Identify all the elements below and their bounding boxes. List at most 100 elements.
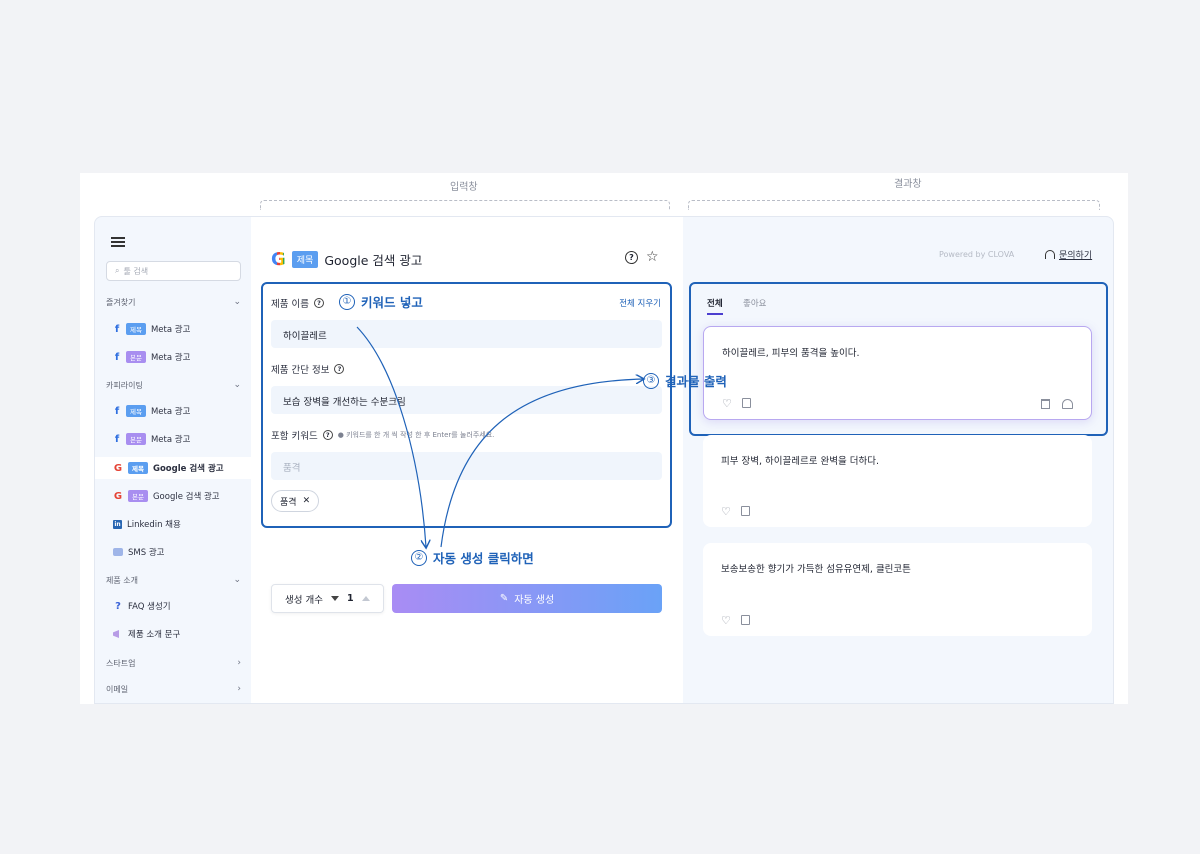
sidebar-item-meta-title[interactable]: f 제목 Meta 광고	[95, 318, 251, 340]
search-icon: ⌕	[115, 266, 120, 275]
title-actions: ? ☆	[625, 250, 659, 264]
sidebar-item-label: Meta 광고	[150, 325, 191, 335]
body-badge: 본문	[126, 433, 146, 445]
section-label: 즐겨찾기	[106, 298, 136, 307]
result-card[interactable]: 하이끌레르, 피부의 품격을 높이다. ♡	[703, 326, 1092, 420]
inquiry-link[interactable]: 문의하기	[1045, 248, 1092, 261]
app-frame: ⌕ 툴 검색 즐겨찾기 ⌄ f 제목 Meta 광고 f 본문 Meta 광고 …	[94, 216, 1114, 704]
caret-down-icon[interactable]	[330, 596, 339, 601]
help-icon[interactable]: ?	[625, 251, 638, 264]
heart-icon[interactable]: ♡	[721, 506, 731, 517]
section-email[interactable]: 이메일 ›	[106, 684, 241, 695]
help-icon[interactable]: ?	[313, 298, 324, 308]
google-logo-icon: G	[271, 249, 286, 270]
annotation-step2: ② 자동 생성 클릭하면	[411, 548, 534, 567]
sidebar-item-meta-body-2[interactable]: f 본문 Meta 광고	[95, 428, 251, 450]
sidebar-item-label: Google 검색 광고	[152, 492, 220, 502]
facebook-icon: f	[114, 351, 120, 363]
body-badge: 본문	[128, 490, 148, 502]
close-icon[interactable]: ✕	[303, 496, 311, 506]
label-text: 포함 키워드	[271, 431, 318, 442]
sidebar-item-label: Meta 광고	[150, 407, 191, 417]
headset-icon	[1045, 250, 1055, 259]
annotation-step3: ③ 결과물 출력	[643, 371, 727, 390]
keyword-chip[interactable]: 품격 ✕	[271, 490, 320, 512]
count-value: 1	[346, 593, 354, 604]
sidebar-item-meta-title-2[interactable]: f 제목 Meta 광고	[95, 400, 251, 422]
sidebar-item-google-title[interactable]: G 제목 Google 검색 광고	[95, 457, 251, 479]
card-actions: ♡	[721, 506, 750, 517]
count-stepper[interactable]: 생성 개수 1	[271, 584, 384, 613]
sidebar-item-label: Linkedin 채용	[127, 520, 181, 530]
help-icon[interactable]: ?	[334, 364, 345, 374]
section-copywriting[interactable]: 카피라이팅 ⌄	[106, 380, 241, 391]
heart-icon[interactable]: ♡	[722, 398, 732, 409]
keywords-input[interactable]: 품격	[271, 452, 662, 480]
menu-icon[interactable]	[111, 237, 125, 247]
result-text: 하이끌레르, 피부의 품격을 높이다.	[722, 348, 860, 359]
section-label: 카피라이팅	[106, 381, 143, 390]
sidebar-item-product-copy[interactable]: 제품 소개 문구	[95, 623, 251, 645]
chevron-right-icon: ›	[237, 684, 241, 694]
report-icon[interactable]	[1062, 399, 1073, 409]
sidebar-item-label: FAQ 생성기	[128, 602, 171, 612]
section-favorites[interactable]: 즐겨찾기 ⌄	[106, 297, 241, 308]
tab-all[interactable]: 전체	[707, 297, 723, 315]
result-card[interactable]: 보송보송한 향기가 가득한 섬유유연제, 클린코튼 ♡	[703, 543, 1092, 636]
result-area-bracket	[688, 200, 1100, 210]
step-text: 자동 생성 클릭하면	[433, 551, 534, 566]
search-placeholder: 툴 검색	[123, 266, 149, 276]
sidebar-item-meta-body[interactable]: f 본문 Meta 광고	[95, 346, 251, 368]
keywords-label: 포함 키워드 ? ● 키워드를 한 개 씩 작성 한 후 Enter를 눌러주세…	[271, 428, 494, 442]
star-icon[interactable]: ☆	[646, 250, 659, 264]
sidebar-item-sms[interactable]: SMS 광고	[95, 541, 251, 563]
google-icon: G	[113, 462, 123, 474]
help-icon[interactable]: ?	[322, 430, 333, 440]
section-label: 제품 소개	[106, 576, 138, 585]
label-text: 제품 간단 정보	[271, 365, 330, 376]
title-badge: 제목	[128, 462, 148, 474]
sidebar-item-faq[interactable]: ? FAQ 생성기	[95, 595, 251, 617]
caret-up-icon[interactable]	[361, 596, 370, 601]
generate-button[interactable]: ✎ 자동 생성	[392, 584, 662, 613]
megaphone-icon	[113, 630, 119, 638]
chip-label: 품격	[280, 497, 297, 508]
input-panel: G 제목 Google 검색 광고 ? ☆ 제품 이름 ? 전체 지우기 하이끌…	[251, 217, 683, 703]
body-badge: 본문	[126, 351, 146, 363]
product-info-label: 제품 간단 정보 ?	[271, 362, 345, 376]
chevron-down-icon: ⌄	[233, 380, 241, 390]
facebook-icon: f	[114, 323, 120, 335]
section-startup[interactable]: 스타트업 ›	[106, 658, 241, 669]
sidebar-item-linkedin[interactable]: in Linkedin 채용	[95, 513, 251, 535]
input-area-label: 입력창	[446, 178, 482, 193]
copy-icon[interactable]	[741, 398, 751, 408]
google-icon: G	[113, 490, 123, 502]
chat-bubble-icon	[113, 548, 123, 556]
generate-label: 자동 생성	[514, 595, 555, 606]
product-info-input[interactable]: 보습 장벽을 개선하는 수분크림	[271, 386, 662, 414]
annotation-step1: ① 키워드 넣고	[339, 292, 423, 311]
tool-window: 입력창 결과창 ⌕ 툴 검색 즐겨찾기 ⌄ f 제목 Meta 광고 f 본문 …	[80, 173, 1128, 704]
heart-icon[interactable]: ♡	[721, 615, 731, 626]
result-card[interactable]: 피부 장벽, 하이끌레르로 완벽을 더하다. ♡	[703, 435, 1092, 527]
section-label: 스타트업	[106, 659, 136, 668]
sidebar-search-input[interactable]: ⌕ 툴 검색	[106, 261, 241, 281]
copy-icon[interactable]	[740, 615, 750, 625]
result-text: 피부 장벽, 하이끌레르로 완벽을 더하다.	[721, 456, 879, 467]
linkedin-icon: in	[113, 519, 122, 529]
sidebar: ⌕ 툴 검색 즐겨찾기 ⌄ f 제목 Meta 광고 f 본문 Meta 광고 …	[95, 217, 251, 703]
clear-all-link[interactable]: 전체 지우기	[619, 297, 661, 309]
product-name-input[interactable]: 하이끌레르	[271, 320, 662, 348]
copy-icon[interactable]	[740, 506, 750, 516]
sidebar-item-label: Meta 광고	[150, 353, 191, 363]
count-label: 생성 개수	[285, 594, 323, 606]
sidebar-item-label: SMS 광고	[128, 548, 165, 558]
facebook-icon: f	[114, 405, 120, 417]
title-badge: 제목	[291, 251, 319, 268]
sidebar-item-google-body[interactable]: G 본문 Google 검색 광고	[95, 485, 251, 507]
trash-icon[interactable]	[1041, 399, 1050, 409]
step-number: ①	[339, 293, 355, 310]
section-product-intro[interactable]: 제품 소개 ⌄	[106, 575, 241, 586]
tab-liked[interactable]: 좋아요	[743, 297, 766, 309]
sidebar-item-label: 제품 소개 문구	[128, 630, 181, 640]
